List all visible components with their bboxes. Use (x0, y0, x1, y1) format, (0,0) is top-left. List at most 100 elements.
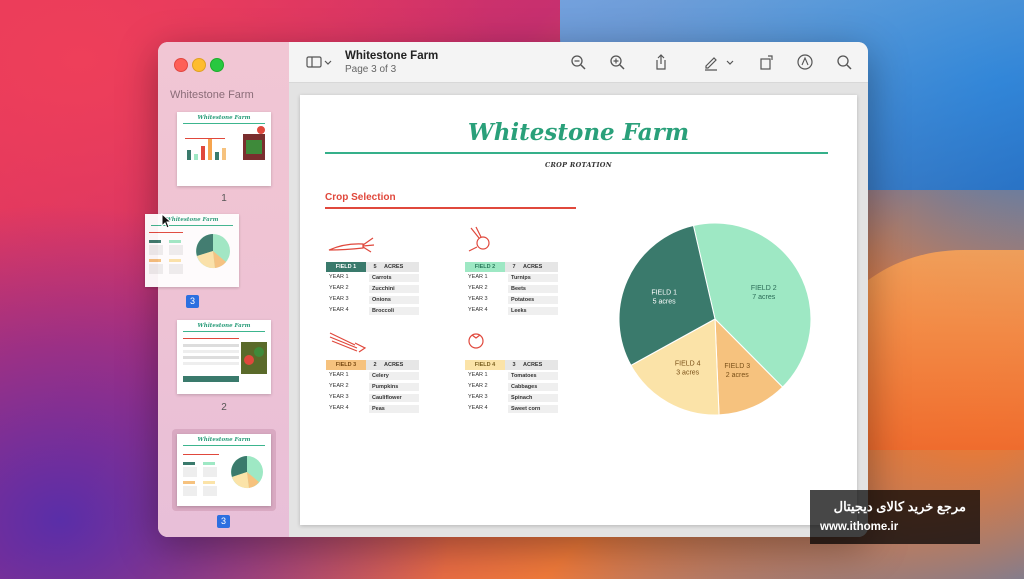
field-acres-label: ACRES (523, 264, 543, 270)
document-subtitle: CROP ROTATION (544, 161, 612, 169)
section-title: Crop Selection (325, 192, 396, 203)
pie-sublabel: 2 acres (726, 372, 749, 379)
row-year: YEAR 1 (468, 372, 488, 378)
field-name: FIELD 2 (465, 262, 505, 272)
watermark-line-1: مرجع خرید کالای دیجیتال (833, 499, 966, 514)
row-year: YEAR 2 (329, 285, 349, 291)
field-acres-label: ACRES (384, 264, 404, 270)
table-row: YEAR 1 Carrots (326, 272, 419, 283)
row-year: YEAR 3 (329, 394, 349, 400)
markup-pen-icon[interactable] (702, 53, 720, 71)
zoom-out-icon[interactable] (569, 53, 587, 71)
row-year: YEAR 2 (468, 285, 488, 291)
close-button[interactable] (174, 58, 188, 72)
row-crop: Leeks (508, 307, 558, 315)
row-year: YEAR 3 (329, 296, 349, 302)
row-year: YEAR 2 (329, 383, 349, 389)
mouse-cursor-icon (161, 213, 173, 229)
turnip-icon (468, 226, 490, 252)
sidebar-toggle-icon[interactable] (305, 53, 323, 71)
chevron-down-icon[interactable] (725, 53, 735, 71)
table-row: YEAR 1 Tomatoes (465, 370, 558, 381)
field-acres: 5 (373, 264, 377, 270)
zoom-in-icon[interactable] (608, 53, 626, 71)
table-row: YEAR 3 Spinach (465, 392, 558, 403)
row-year: YEAR 4 (468, 307, 488, 313)
table-row: YEAR 4 Leeks (465, 305, 558, 316)
row-crop: Turnips (508, 274, 558, 282)
pie-label: FIELD 4 (675, 361, 701, 368)
page-thumbnail-1[interactable]: Whitestone Farm (177, 112, 271, 186)
field-acres-cell: 3 ACRES (505, 360, 558, 370)
search-icon[interactable] (835, 53, 853, 71)
row-year: YEAR 4 (468, 405, 488, 411)
row-year: YEAR 3 (468, 394, 488, 400)
row-year: YEAR 1 (329, 274, 349, 280)
pie-sublabel: 3 acres (676, 370, 699, 377)
row-crop: Zucchini (369, 285, 419, 293)
field-header: FIELD 2 7 ACRES (465, 262, 558, 272)
pie-sublabel: 7 acres (752, 294, 775, 301)
thumbnail-bar-chart-preview (185, 126, 265, 160)
pie-label: FIELD 3 (724, 363, 750, 370)
field-acres: 3 (512, 362, 516, 368)
field-acres-cell: 5 ACRES (366, 262, 419, 272)
table-row: YEAR 1 Celery (326, 370, 419, 381)
field-table-2: FIELD 2 7 ACRES YEAR 1 Turnips YEAR 2 Beets… (465, 262, 558, 316)
page-thumbnail-3[interactable]: Whitestone Farm (177, 434, 271, 506)
row-year: YEAR 4 (329, 307, 349, 313)
table-row: YEAR 1 Turnips (465, 272, 558, 283)
field-table-3: FIELD 3 2 ACRES YEAR 1 Celery YEAR 2 Pumpki… (326, 360, 419, 414)
minimize-button[interactable] (192, 58, 206, 72)
field-acres: 7 (512, 264, 516, 270)
field-acres-label: ACRES (384, 362, 404, 368)
row-crop: Cabbages (508, 383, 558, 391)
document-title: Whitestone Farm (467, 119, 690, 146)
thumbnail-page-number: 1 (221, 193, 227, 204)
title-rule (325, 152, 828, 154)
carrot-icon (328, 237, 375, 253)
field-acres-cell: 2 ACRES (366, 360, 419, 370)
table-row: YEAR 2 Beets (465, 283, 558, 294)
page-thumbnail-2[interactable]: Whitestone Farm (177, 320, 271, 394)
thumbnail-table-preview (183, 338, 267, 382)
pie-label: FIELD 1 (651, 289, 677, 296)
annotate-icon[interactable] (796, 53, 814, 71)
table-row: YEAR 3 Onions (326, 294, 419, 305)
chevron-down-icon[interactable] (323, 53, 333, 71)
document-page: Whitestone Farm CROP ROTATION Crop Selec… (300, 95, 857, 525)
field-acres: 2 (373, 362, 377, 368)
toolbar: Whitestone Farm Page 3 of 3 (289, 42, 868, 83)
row-crop: Potatoes (508, 296, 558, 304)
dragged-page-thumbnail[interactable]: Whitestone Farm (145, 214, 239, 287)
preview-window: Whitestone Farm Whitestone Farm 1 Whites… (158, 42, 868, 537)
row-crop: Carrots (369, 274, 419, 282)
rotate-icon[interactable] (758, 53, 776, 71)
thumbnail-pie-preview (183, 454, 263, 496)
field-name: FIELD 3 (326, 360, 366, 370)
row-crop: Pumpkins (369, 383, 419, 391)
row-year: YEAR 1 (468, 274, 488, 280)
field-table-1: FIELD 1 5 ACRES YEAR 1 Carrots YEAR 2 Zucch… (326, 262, 419, 316)
row-crop: Peas (369, 405, 419, 413)
field-name: FIELD 1 (326, 262, 366, 272)
field-acres-cell: 7 ACRES (505, 262, 558, 272)
row-crop: Beets (508, 285, 558, 293)
table-row: YEAR 2 Cabbages (465, 381, 558, 392)
row-crop: Tomatoes (508, 372, 558, 380)
dragged-page-number: 3 (186, 295, 199, 308)
watermark-line-2: www.ithome.ir (820, 521, 899, 533)
watermark-banner: مرجع خرید کالای دیجیتال www.ithome.ir (810, 490, 980, 544)
share-icon[interactable] (652, 53, 670, 71)
table-row: YEAR 4 Peas (326, 403, 419, 414)
field-acres-pie-chart: FIELD 2 7 acres FIELD 3 2 acres FIELD 4 3 acr… (618, 222, 812, 416)
tomato-icon (468, 333, 484, 349)
row-year: YEAR 4 (329, 405, 349, 411)
document-viewport[interactable]: Whitestone Farm CROP ROTATION Crop Selec… (289, 83, 868, 537)
row-year: YEAR 3 (468, 296, 488, 302)
section-rule (325, 207, 576, 209)
row-crop: Celery (369, 372, 419, 380)
zoom-button[interactable] (210, 58, 224, 72)
thumbnail-page-number-selected: 3 (217, 515, 230, 528)
field-header: FIELD 3 2 ACRES (326, 360, 419, 370)
